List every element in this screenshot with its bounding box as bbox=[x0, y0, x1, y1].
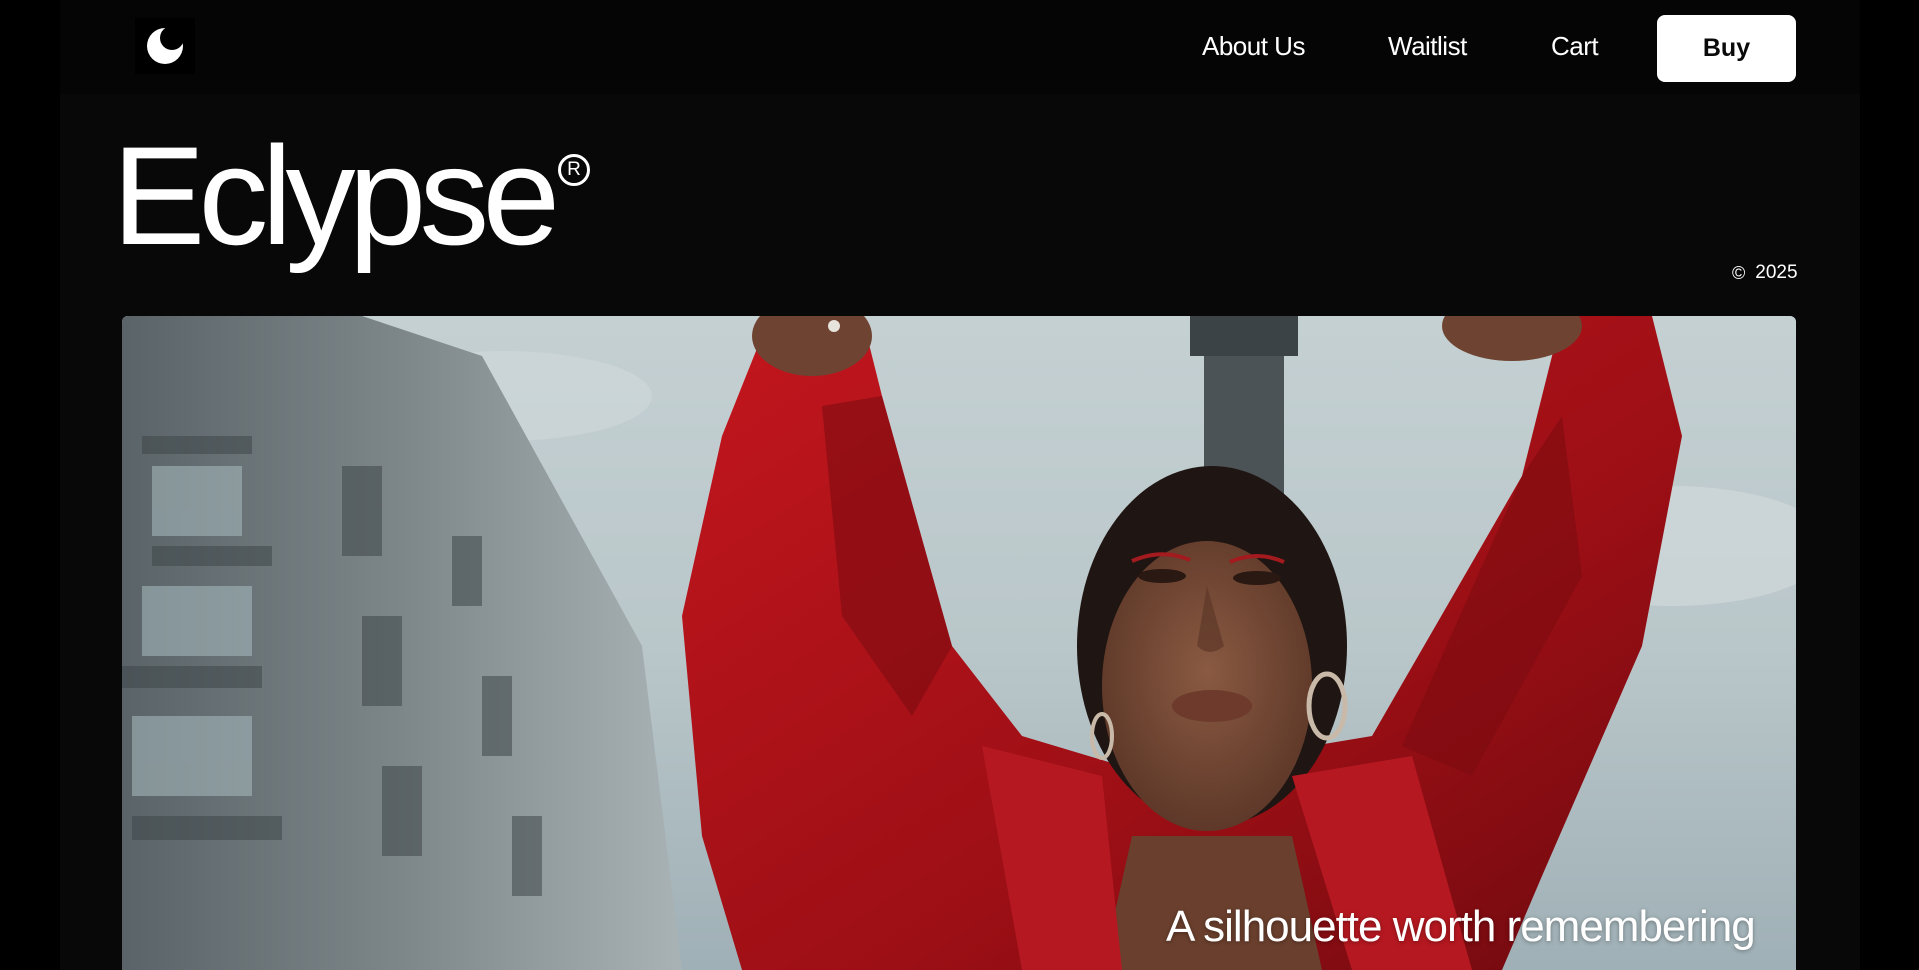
nav-link-waitlist[interactable]: Waitlist bbox=[1388, 31, 1467, 62]
buy-button[interactable]: Buy bbox=[1657, 15, 1796, 82]
hero-caption: A silhouette worth remembering bbox=[1166, 902, 1756, 951]
logo[interactable] bbox=[135, 18, 195, 74]
copyright-year: 2025 bbox=[1755, 262, 1798, 283]
nav-link-cart[interactable]: Cart bbox=[1551, 31, 1599, 62]
brand-title: Eclypse bbox=[112, 117, 560, 274]
hero-image: A silhouette worth remembering bbox=[122, 316, 1796, 970]
nav-link-about-us[interactable]: About Us bbox=[1202, 31, 1305, 62]
hero-photo-illustration bbox=[122, 316, 1796, 970]
moon-eclipse-icon bbox=[147, 26, 184, 64]
copyright-icon: © bbox=[1732, 262, 1746, 283]
registered-mark-icon: R bbox=[558, 154, 590, 186]
copyright-notice: © 2025 bbox=[1732, 262, 1798, 284]
